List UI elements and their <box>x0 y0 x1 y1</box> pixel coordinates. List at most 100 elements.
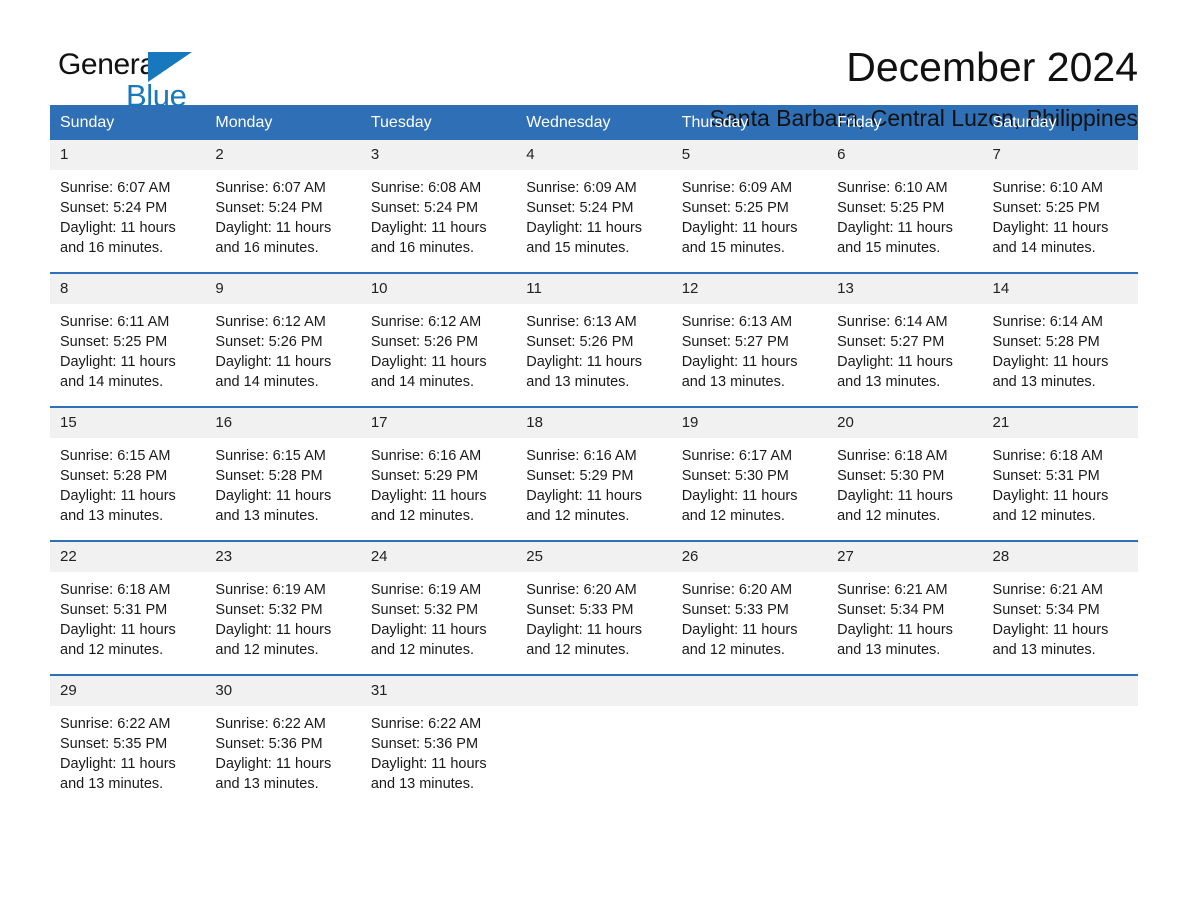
daylight-text: Daylight: 11 hours and 13 minutes. <box>681 354 798 390</box>
calendar-day-cell[interactable]: 8 Sunrise: 6:11 AM Sunset: 5:25 PM Daylight… <box>50 272 206 407</box>
day-details: Sunrise: 6:12 AM Sunset: 5:26 PM Daylight:… <box>205 304 360 406</box>
day-number: 11 <box>516 274 672 304</box>
calendar-day-cell[interactable]: 12 Sunrise: 6:13 AM Sunset: 5:27 PM Dayligh… <box>671 272 828 407</box>
day-details: Sunrise: 6:22 AM Sunset: 5:36 PM Daylight:… <box>205 706 360 808</box>
calendar-day-cell[interactable]: 10 Sunrise: 6:12 AM Sunset: 5:26 PM Dayligh… <box>360 272 517 407</box>
calendar-day-cell[interactable]: 21 Sunrise: 6:18 AM Sunset: 5:31 PM Dayligh… <box>982 406 1138 541</box>
daylight-text: Daylight: 11 hours and 16 minutes. <box>370 220 487 256</box>
sunrise-text: Sunrise: 6:19 AM <box>215 582 326 598</box>
sunrise-text: Sunrise: 6:21 AM <box>992 582 1103 598</box>
calendar-day-cell[interactable]: 14 Sunrise: 6:14 AM Sunset: 5:28 PM Dayligh… <box>982 272 1138 407</box>
daylight-text: Daylight: 11 hours and 12 minutes. <box>526 622 643 658</box>
calendar-page: General Blue December 2024 Santa Barbara… <box>0 0 1188 918</box>
calendar-day-cell[interactable]: 26 Sunrise: 6:20 AM Sunset: 5:33 PM Dayligh… <box>671 540 828 675</box>
calendar-day-cell[interactable]: 22 Sunrise: 6:18 AM Sunset: 5:31 PM Dayligh… <box>50 540 206 675</box>
sunrise-text: Sunrise: 6:13 AM <box>526 314 637 330</box>
daylight-text: Daylight: 11 hours and 15 minutes. <box>681 220 798 256</box>
sunrise-text: Sunrise: 6:14 AM <box>837 314 948 330</box>
sunset-text: Sunset: 5:30 PM <box>837 468 945 484</box>
calendar-day-cell[interactable]: 11 Sunrise: 6:13 AM Sunset: 5:26 PM Dayligh… <box>516 272 672 407</box>
sunset-text: Sunset: 5:24 PM <box>215 200 323 216</box>
calendar-day-cell[interactable]: 2 Sunrise: 6:07 AM Sunset: 5:24 PM Daylight… <box>205 140 361 273</box>
sunset-text: Sunset: 5:28 PM <box>215 468 323 484</box>
daylight-text: Daylight: 11 hours and 12 minutes. <box>370 622 487 658</box>
calendar-day-cell[interactable]: 31 Sunrise: 6:22 AM Sunset: 5:36 PM Dayligh… <box>360 674 517 808</box>
daylight-text: Daylight: 11 hours and 13 minutes. <box>215 488 332 524</box>
daylight-text: Daylight: 11 hours and 12 minutes. <box>837 488 953 524</box>
day-details: Sunrise: 6:13 AM Sunset: 5:27 PM Daylight:… <box>672 304 827 406</box>
weekday-header-tuesday: Tuesday <box>360 105 517 140</box>
sunrise-text: Sunrise: 6:13 AM <box>681 314 793 330</box>
day-details: Sunrise: 6:20 AM Sunset: 5:33 PM Daylight:… <box>516 572 671 674</box>
daylight-text: Daylight: 11 hours and 12 minutes. <box>526 488 643 524</box>
calendar-day-cell[interactable]: 6 Sunrise: 6:10 AM Sunset: 5:25 PM Daylight… <box>827 140 983 273</box>
sunset-text: Sunset: 5:31 PM <box>992 468 1100 484</box>
calendar-day-cell[interactable]: 13 Sunrise: 6:14 AM Sunset: 5:27 PM Dayligh… <box>827 272 983 407</box>
calendar-day-cell[interactable]: 7 Sunrise: 6:10 AM Sunset: 5:25 PM Daylight… <box>982 140 1138 273</box>
day-number: 20 <box>827 408 983 438</box>
sunrise-text: Sunrise: 6:20 AM <box>681 582 793 598</box>
calendar-day-cell[interactable]: 25 Sunrise: 6:20 AM Sunset: 5:33 PM Dayligh… <box>516 540 672 675</box>
calendar-day-cell[interactable]: 19 Sunrise: 6:17 AM Sunset: 5:30 PM Dayligh… <box>671 406 828 541</box>
day-details: Sunrise: 6:16 AM Sunset: 5:29 PM Daylight:… <box>361 438 516 540</box>
daylight-text: Daylight: 11 hours and 13 minutes. <box>370 756 487 792</box>
calendar-day-cell[interactable]: 4 Sunrise: 6:09 AM Sunset: 5:24 PM Daylight… <box>516 140 672 273</box>
daylight-text: Daylight: 11 hours and 13 minutes. <box>215 756 332 792</box>
sunset-text: Sunset: 5:26 PM <box>526 334 634 350</box>
general-blue-logo[interactable]: General Blue <box>50 44 250 114</box>
sunset-text: Sunset: 5:30 PM <box>681 468 789 484</box>
day-number: 19 <box>671 408 828 438</box>
calendar-day-cell[interactable]: 24 Sunrise: 6:19 AM Sunset: 5:32 PM Dayligh… <box>360 540 517 675</box>
sunrise-text: Sunrise: 6:12 AM <box>215 314 326 330</box>
calendar-day-cell[interactable]: 20 Sunrise: 6:18 AM Sunset: 5:30 PM Dayligh… <box>827 406 983 541</box>
calendar-day-cell[interactable]: 28 Sunrise: 6:21 AM Sunset: 5:34 PM Dayligh… <box>982 540 1138 675</box>
calendar-day-cell[interactable]: 17 Sunrise: 6:16 AM Sunset: 5:29 PM Dayligh… <box>360 406 517 541</box>
daylight-text: Daylight: 11 hours and 12 minutes. <box>60 622 176 658</box>
sunrise-text: Sunrise: 6:15 AM <box>60 448 171 464</box>
day-details: Sunrise: 6:17 AM Sunset: 5:30 PM Daylight:… <box>672 438 827 540</box>
calendar-day-cell[interactable]: 1 Sunrise: 6:07 AM Sunset: 5:24 PM Daylight… <box>50 140 206 273</box>
sunset-text: Sunset: 5:28 PM <box>992 334 1100 350</box>
calendar-day-cell[interactable]: 15 Sunrise: 6:15 AM Sunset: 5:28 PM Dayligh… <box>50 406 206 541</box>
sunset-text: Sunset: 5:25 PM <box>837 200 945 216</box>
sunset-text: Sunset: 5:26 PM <box>370 334 479 350</box>
sunset-text: Sunset: 5:24 PM <box>60 200 168 216</box>
daylight-text: Daylight: 11 hours and 12 minutes. <box>215 622 332 658</box>
day-number: 30 <box>205 676 361 706</box>
calendar-day-cell[interactable]: 3 Sunrise: 6:08 AM Sunset: 5:24 PM Daylight… <box>360 140 517 273</box>
sunset-text: Sunset: 5:33 PM <box>526 602 634 618</box>
day-details: Sunrise: 6:18 AM Sunset: 5:30 PM Daylight:… <box>827 438 982 540</box>
sunrise-text: Sunrise: 6:16 AM <box>526 448 637 464</box>
calendar-day-cell[interactable]: 18 Sunrise: 6:16 AM Sunset: 5:29 PM Dayligh… <box>516 406 672 541</box>
day-details: Sunrise: 6:09 AM Sunset: 5:25 PM Daylight:… <box>672 170 827 272</box>
logo-word-blue: Blue <box>126 78 187 113</box>
sunrise-sunset-calendar: Sunday Monday Tuesday Wednesday Thursday… <box>50 105 1138 808</box>
page-header: General Blue December 2024 Santa Barbara… <box>50 0 1138 131</box>
sunset-text: Sunset: 5:36 PM <box>370 736 479 752</box>
calendar-day-cell[interactable]: 30 Sunrise: 6:22 AM Sunset: 5:36 PM Dayligh… <box>205 674 361 808</box>
calendar-day-cell[interactable]: 27 Sunrise: 6:21 AM Sunset: 5:34 PM Dayligh… <box>827 540 983 675</box>
daylight-text: Daylight: 11 hours and 14 minutes. <box>992 220 1109 256</box>
day-details: Sunrise: 6:09 AM Sunset: 5:24 PM Daylight:… <box>516 170 671 272</box>
sunset-text: Sunset: 5:31 PM <box>60 602 168 618</box>
day-details: Sunrise: 6:18 AM Sunset: 5:31 PM Daylight:… <box>983 438 1138 540</box>
calendar-day-cell[interactable]: 5 Sunrise: 6:09 AM Sunset: 5:25 PM Daylight… <box>671 140 828 273</box>
calendar-day-cell[interactable]: 29 Sunrise: 6:22 AM Sunset: 5:35 PM Dayligh… <box>50 674 206 808</box>
calendar-day-cell[interactable]: 16 Sunrise: 6:15 AM Sunset: 5:28 PM Dayligh… <box>205 406 361 541</box>
day-details: Sunrise: 6:07 AM Sunset: 5:24 PM Daylight:… <box>205 170 360 272</box>
sunrise-text: Sunrise: 6:17 AM <box>681 448 793 464</box>
day-details: Sunrise: 6:19 AM Sunset: 5:32 PM Daylight:… <box>205 572 360 674</box>
day-number: 31 <box>360 676 517 706</box>
calendar-day-cell-empty <box>982 674 1138 808</box>
day-number: 17 <box>360 408 517 438</box>
day-number: 12 <box>671 274 828 304</box>
page-title: December 2024 <box>846 44 1138 90</box>
calendar-week-row: 15 Sunrise: 6:15 AM Sunset: 5:28 PM Dayligh… <box>50 406 1138 541</box>
day-number <box>827 676 983 706</box>
calendar-day-cell[interactable]: 23 Sunrise: 6:19 AM Sunset: 5:32 PM Dayligh… <box>205 540 361 675</box>
sunset-text: Sunset: 5:29 PM <box>370 468 479 484</box>
sunrise-text: Sunrise: 6:07 AM <box>215 180 326 196</box>
calendar-day-cell[interactable]: 9 Sunrise: 6:12 AM Sunset: 5:26 PM Daylight… <box>205 272 361 407</box>
daylight-text: Daylight: 11 hours and 13 minutes. <box>60 756 176 792</box>
day-number: 4 <box>516 140 672 170</box>
